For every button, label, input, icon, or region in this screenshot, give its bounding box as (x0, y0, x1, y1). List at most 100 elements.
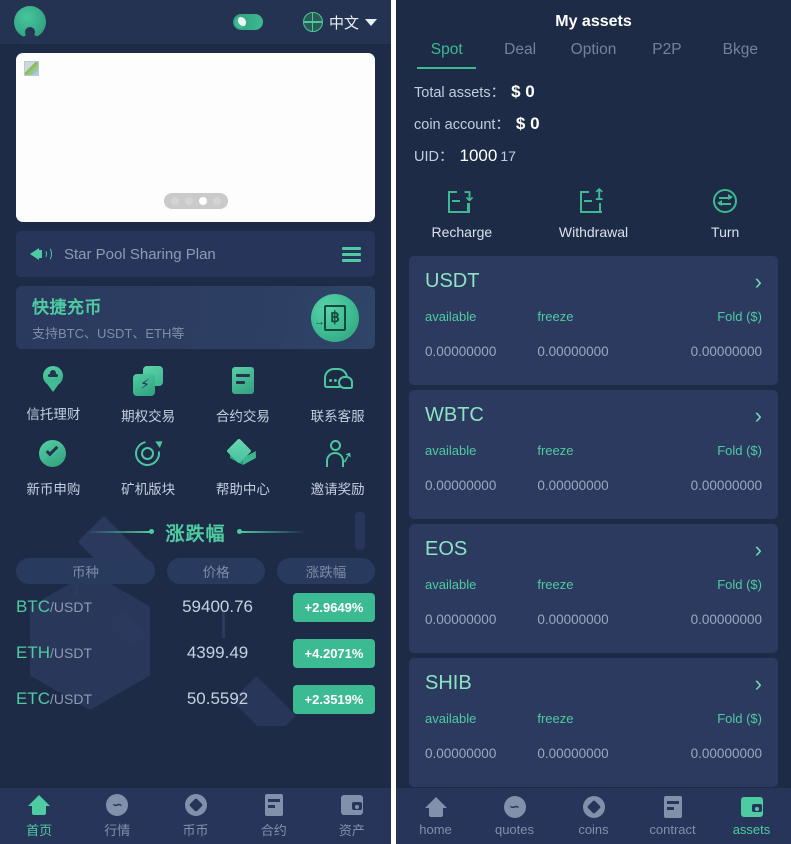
nav-item-quotes[interactable]: ∽ 行情 (78, 793, 156, 839)
asset-card-header: WBTC › (425, 404, 762, 427)
asset-col-value: 0.00000000 (425, 612, 497, 627)
carousel-dots[interactable] (163, 193, 228, 209)
asset-card[interactable]: SHIB › available 0.00000000 freeze 0.000… (409, 658, 778, 787)
new-coin-check-icon (37, 438, 69, 470)
nav-item-contract[interactable]: 合约 (235, 793, 313, 839)
asset-col-label: freeze (537, 711, 574, 726)
nav-item-contract[interactable]: contract (633, 795, 712, 837)
carousel-dot[interactable] (212, 197, 221, 205)
grid-item-invite-reward[interactable]: ➚ 邀请奖励 (290, 438, 385, 498)
asset-col-label: freeze (537, 443, 574, 458)
market-row[interactable]: BTC/USDT 59400.76 +2.9649% (0, 584, 391, 630)
action-withdrawal[interactable]: ↥ Withdrawal (528, 188, 660, 241)
uid-row: UID： 1000 17 (414, 145, 773, 166)
market-price: 50.5592 (186, 689, 249, 708)
tab-deal[interactable]: Deal (483, 41, 556, 69)
nav-label: quotes (494, 822, 535, 837)
grid-item-option-trade[interactable]: ⚡ 期权交易 (101, 365, 196, 425)
grid-item-customer-service[interactable]: ••• 联系客服 (290, 365, 385, 425)
asset-col-available: available 0.00000000 (425, 443, 537, 493)
nav-label: 资产 (338, 823, 365, 838)
speaker-icon (30, 245, 52, 263)
hamburger-icon[interactable] (342, 246, 361, 262)
avatar[interactable] (14, 6, 46, 44)
account-actions: ↴ Recharge ↥ Withdrawal Turn (396, 177, 791, 256)
tab-option[interactable]: Option (557, 41, 630, 69)
assets-wallet-icon (340, 793, 364, 817)
grid-item-label: 期权交易 (121, 409, 176, 424)
nav-item-assets[interactable]: 资产 (313, 793, 391, 839)
home-icon (27, 793, 51, 817)
market-row[interactable]: ETH/USDT 4399.49 +4.2071% (0, 630, 391, 676)
recharge-icon: ↴ (447, 189, 477, 217)
action-recharge[interactable]: ↴ Recharge (396, 189, 528, 241)
nav-item-quotes[interactable]: ∽ quotes (475, 795, 554, 837)
asset-col-fold: Fold ($) 0.00000000 (650, 711, 762, 761)
grid-item-new-coin[interactable]: 新币申购 (6, 438, 101, 498)
asset-col-label: available (425, 711, 477, 726)
mining-machine-icon (130, 436, 166, 471)
nav-label: 币币 (182, 823, 209, 838)
grid-item-label: 邀请奖励 (310, 482, 365, 497)
assets-wallet-icon (740, 795, 764, 819)
grid-item-label: 矿机版块 (121, 482, 176, 497)
nav-label: 合约 (260, 823, 287, 838)
grid-item-label: 合约交易 (215, 409, 270, 424)
asset-col-freeze: freeze 0.00000000 (537, 309, 649, 359)
quick-recharge-card[interactable]: 快捷充币 支持BTC、USDT、ETH等 ฿ (16, 286, 375, 349)
asset-card[interactable]: EOS › available 0.00000000 freeze 0.0000… (409, 524, 778, 653)
nav-item-coins[interactable]: 币币 (156, 793, 234, 839)
market-change-badge[interactable]: +2.9649% (293, 592, 375, 622)
market-change-badge[interactable]: +4.2071% (293, 638, 375, 668)
carousel-dot[interactable] (170, 197, 179, 205)
tab-bkge[interactable]: Bkge (704, 41, 777, 69)
column-header-symbol[interactable]: 币种 (16, 558, 156, 584)
nav-item-coins[interactable]: coins (554, 795, 633, 837)
action-turn[interactable]: Turn (659, 189, 791, 240)
chevron-right-icon[interactable]: › (755, 538, 762, 561)
grid-item-trust-finance[interactable]: 信托理财 (6, 365, 101, 425)
grid-item-contract-trade[interactable]: 合约交易 (196, 365, 291, 425)
market-change-badge[interactable]: +2.3519% (293, 684, 375, 714)
market-base: ETH (16, 643, 50, 662)
grid-item-label: 联系客服 (310, 409, 365, 424)
tab-spot[interactable]: Spot (410, 41, 483, 69)
chevron-right-icon[interactable]: › (755, 404, 762, 427)
market-column-headers: 币种 价格 涨跌幅 (0, 552, 391, 584)
market-title: 涨跌幅 (165, 523, 226, 545)
decor-line-left (85, 529, 155, 534)
asset-card[interactable]: WBTC › available 0.00000000 freeze 0.000… (409, 390, 778, 519)
announcement-bar[interactable]: Star Pool Sharing Plan (16, 231, 375, 277)
asset-card-columns: available 0.00000000 freeze 0.00000000 F… (425, 577, 762, 627)
moon-icon (234, 16, 246, 28)
column-header-price[interactable]: 价格 (167, 558, 266, 584)
language-selector[interactable]: 中文 (302, 12, 377, 33)
carousel-dot-active[interactable] (198, 197, 207, 205)
grid-item-help-center[interactable]: 帮助中心 (196, 438, 291, 498)
bottom-navigation: home ∽ quotes coins contract assets (396, 788, 791, 844)
market-symbol: ETH/USDT (16, 643, 165, 663)
asset-col-label: Fold ($) (717, 443, 762, 458)
chevron-right-icon[interactable]: › (755, 270, 762, 293)
market-header: 涨跌幅 (0, 512, 391, 552)
withdrawal-icon: ↥ (579, 188, 609, 217)
market-symbol: BTC/USDT (16, 597, 165, 617)
asset-card-columns: available 0.00000000 freeze 0.00000000 F… (425, 711, 762, 761)
nav-item-assets[interactable]: assets (712, 795, 791, 837)
chevron-right-icon[interactable]: › (755, 672, 762, 695)
column-header-change[interactable]: 涨跌幅 (277, 558, 375, 584)
grid-item-mining[interactable]: 矿机版块 (101, 436, 196, 498)
market-row[interactable]: ETC/USDT 50.5592 +2.3519% (0, 676, 391, 722)
asset-col-value: 0.00000000 (537, 344, 609, 359)
nav-label: assets (732, 822, 771, 837)
nav-item-home[interactable]: 首页 (0, 793, 78, 839)
banner-carousel[interactable] (16, 53, 375, 222)
asset-col-label: available (425, 443, 477, 458)
carousel-dot[interactable] (184, 197, 193, 205)
coins-icon (582, 795, 606, 819)
asset-card[interactable]: USDT › available 0.00000000 freeze 0.000… (409, 256, 778, 385)
dark-mode-toggle[interactable] (232, 14, 263, 30)
tab-p2p[interactable]: P2P (630, 41, 703, 69)
nav-item-home[interactable]: home (396, 795, 475, 837)
contract-icon (661, 795, 685, 819)
